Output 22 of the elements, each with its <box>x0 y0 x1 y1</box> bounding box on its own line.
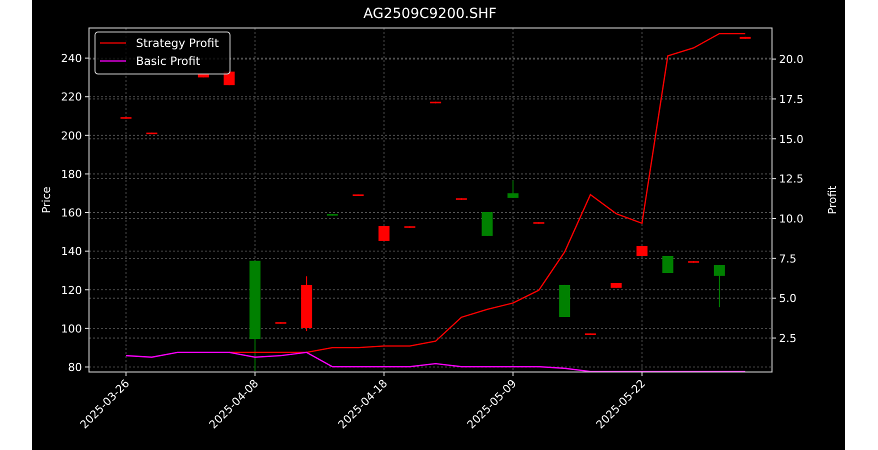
axis-tick-label: 120 <box>61 284 82 297</box>
axis-tick-label: 240 <box>61 52 82 66</box>
axis-tick-label: 20.0 <box>779 53 804 66</box>
axis-tick-label: 80 <box>68 360 82 374</box>
axis-tick-label: 10.0 <box>779 212 804 226</box>
axis-tick-label: 5.0 <box>779 292 796 306</box>
axis-tick-label: 140 <box>61 245 82 258</box>
axis-title: Profit <box>826 186 839 214</box>
axis-tick-label: 200 <box>61 129 82 142</box>
legend-label: Basic Profit <box>136 54 200 68</box>
axis-title: Price <box>40 186 53 214</box>
axis-tick-label: 220 <box>61 90 82 104</box>
legend-label: Strategy Profit <box>136 36 219 50</box>
axis-tick-label: 12.5 <box>779 172 804 186</box>
axis-tick-label: 17.5 <box>779 92 804 106</box>
axis-tick-label: 7.5 <box>779 252 796 266</box>
axis-tick-label: 15.0 <box>779 132 804 146</box>
axis-tick-label: 180 <box>61 168 82 181</box>
chart-title: AG2509C9200.SHF <box>363 6 497 22</box>
axis-tick-label: 160 <box>61 206 82 220</box>
axis-tick-label: 100 <box>61 322 82 336</box>
axis-tick-label: 2.5 <box>779 332 796 346</box>
